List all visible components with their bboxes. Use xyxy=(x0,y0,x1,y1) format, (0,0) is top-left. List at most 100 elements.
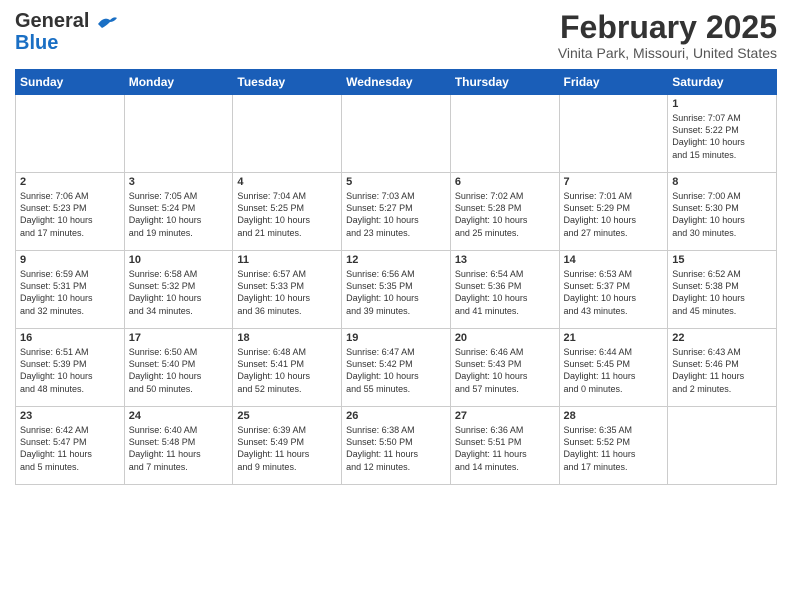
day-number: 8 xyxy=(672,176,772,188)
day-number: 3 xyxy=(129,176,229,188)
table-row xyxy=(668,407,777,485)
day-info: Sunrise: 7:04 AM Sunset: 5:25 PM Dayligh… xyxy=(237,190,337,239)
day-number: 22 xyxy=(672,332,772,344)
weekday-header-row: Sunday Monday Tuesday Wednesday Thursday… xyxy=(16,70,777,95)
day-info: Sunrise: 7:00 AM Sunset: 5:30 PM Dayligh… xyxy=(672,190,772,239)
table-row: 11 Sunrise: 6:57 AM Sunset: 5:33 PM Dayli… xyxy=(233,251,342,329)
day-info: Sunrise: 7:05 AM Sunset: 5:24 PM Dayligh… xyxy=(129,190,229,239)
table-row: 17 Sunrise: 6:50 AM Sunset: 5:40 PM Dayli… xyxy=(124,329,233,407)
day-info: Sunrise: 6:59 AM Sunset: 5:31 PM Dayligh… xyxy=(20,268,120,317)
day-number: 19 xyxy=(346,332,446,344)
day-info: Sunrise: 6:51 AM Sunset: 5:39 PM Dayligh… xyxy=(20,346,120,395)
table-row xyxy=(16,95,125,173)
day-number: 10 xyxy=(129,254,229,266)
calendar-week-5: 23 Sunrise: 6:42 AM Sunset: 5:47 PM Dayli… xyxy=(16,407,777,485)
logo: General Blue xyxy=(15,10,118,54)
table-row: 21 Sunrise: 6:44 AM Sunset: 5:45 PM Dayli… xyxy=(559,329,668,407)
day-info: Sunrise: 6:52 AM Sunset: 5:38 PM Dayligh… xyxy=(672,268,772,317)
day-number: 17 xyxy=(129,332,229,344)
table-row: 28 Sunrise: 6:35 AM Sunset: 5:52 PM Dayli… xyxy=(559,407,668,485)
table-row xyxy=(559,95,668,173)
table-row xyxy=(124,95,233,173)
header-wednesday: Wednesday xyxy=(342,70,451,95)
logo-blue: Blue xyxy=(15,32,118,54)
day-number: 27 xyxy=(455,410,555,422)
day-info: Sunrise: 7:02 AM Sunset: 5:28 PM Dayligh… xyxy=(455,190,555,239)
table-row: 18 Sunrise: 6:48 AM Sunset: 5:41 PM Dayli… xyxy=(233,329,342,407)
day-info: Sunrise: 7:06 AM Sunset: 5:23 PM Dayligh… xyxy=(20,190,120,239)
day-number: 7 xyxy=(564,176,664,188)
day-info: Sunrise: 7:07 AM Sunset: 5:22 PM Dayligh… xyxy=(672,112,772,161)
table-row xyxy=(342,95,451,173)
header-friday: Friday xyxy=(559,70,668,95)
table-row: 9 Sunrise: 6:59 AM Sunset: 5:31 PM Daylig… xyxy=(16,251,125,329)
table-row: 26 Sunrise: 6:38 AM Sunset: 5:50 PM Dayli… xyxy=(342,407,451,485)
day-number: 13 xyxy=(455,254,555,266)
day-info: Sunrise: 6:50 AM Sunset: 5:40 PM Dayligh… xyxy=(129,346,229,395)
day-info: Sunrise: 6:47 AM Sunset: 5:42 PM Dayligh… xyxy=(346,346,446,395)
table-row: 10 Sunrise: 6:58 AM Sunset: 5:32 PM Dayli… xyxy=(124,251,233,329)
day-number: 15 xyxy=(672,254,772,266)
day-number: 2 xyxy=(20,176,120,188)
day-info: Sunrise: 6:38 AM Sunset: 5:50 PM Dayligh… xyxy=(346,424,446,473)
day-number: 5 xyxy=(346,176,446,188)
logo-general: General xyxy=(15,10,89,32)
month-year-title: February 2025 xyxy=(558,10,777,45)
day-info: Sunrise: 6:35 AM Sunset: 5:52 PM Dayligh… xyxy=(564,424,664,473)
day-number: 1 xyxy=(672,98,772,110)
calendar-week-3: 9 Sunrise: 6:59 AM Sunset: 5:31 PM Daylig… xyxy=(16,251,777,329)
table-row: 25Sunrise: 6:39 AM Sunset: 5:49 PM Dayli… xyxy=(233,407,342,485)
table-row: 24Sunrise: 6:40 AM Sunset: 5:48 PM Dayli… xyxy=(124,407,233,485)
table-row: 8 Sunrise: 7:00 AM Sunset: 5:30 PM Daylig… xyxy=(668,173,777,251)
table-row xyxy=(233,95,342,173)
table-row: 6 Sunrise: 7:02 AM Sunset: 5:28 PM Daylig… xyxy=(450,173,559,251)
page-header: General Blue February 2025 Vinita Park, … xyxy=(15,10,777,61)
table-row: 19 Sunrise: 6:47 AM Sunset: 5:42 PM Dayli… xyxy=(342,329,451,407)
header-monday: Monday xyxy=(124,70,233,95)
day-info: Sunrise: 7:03 AM Sunset: 5:27 PM Dayligh… xyxy=(346,190,446,239)
table-row: 27Sunrise: 6:36 AM Sunset: 5:51 PM Dayli… xyxy=(450,407,559,485)
day-number: 26 xyxy=(346,410,446,422)
day-number: 9 xyxy=(20,254,120,266)
day-info: Sunrise: 6:54 AM Sunset: 5:36 PM Dayligh… xyxy=(455,268,555,317)
day-info: Sunrise: 6:58 AM Sunset: 5:32 PM Dayligh… xyxy=(129,268,229,317)
day-info: Sunrise: 6:42 AM Sunset: 5:47 PM Dayligh… xyxy=(20,424,120,473)
header-tuesday: Tuesday xyxy=(233,70,342,95)
day-info: Sunrise: 7:01 AM Sunset: 5:29 PM Dayligh… xyxy=(564,190,664,239)
day-number: 16 xyxy=(20,332,120,344)
day-info: Sunrise: 6:56 AM Sunset: 5:35 PM Dayligh… xyxy=(346,268,446,317)
table-row: 1 Sunrise: 7:07 AM Sunset: 5:22 PM Daylig… xyxy=(668,95,777,173)
table-row: 16 Sunrise: 6:51 AM Sunset: 5:39 PM Dayli… xyxy=(16,329,125,407)
location-subtitle: Vinita Park, Missouri, United States xyxy=(558,45,777,61)
day-info: Sunrise: 6:44 AM Sunset: 5:45 PM Dayligh… xyxy=(564,346,664,395)
table-row: 2 Sunrise: 7:06 AM Sunset: 5:23 PM Daylig… xyxy=(16,173,125,251)
day-number: 21 xyxy=(564,332,664,344)
calendar-week-2: 2 Sunrise: 7:06 AM Sunset: 5:23 PM Daylig… xyxy=(16,173,777,251)
table-row: 22Sunrise: 6:43 AM Sunset: 5:46 PM Dayli… xyxy=(668,329,777,407)
logo-text: General Blue xyxy=(15,10,118,54)
table-row: 4Sunrise: 7:04 AM Sunset: 5:25 PM Daylig… xyxy=(233,173,342,251)
day-number: 11 xyxy=(237,254,337,266)
title-block: February 2025 Vinita Park, Missouri, Uni… xyxy=(558,10,777,61)
day-number: 20 xyxy=(455,332,555,344)
calendar-week-4: 16 Sunrise: 6:51 AM Sunset: 5:39 PM Dayli… xyxy=(16,329,777,407)
day-info: Sunrise: 6:48 AM Sunset: 5:41 PM Dayligh… xyxy=(237,346,337,395)
day-number: 18 xyxy=(237,332,337,344)
page-container: General Blue February 2025 Vinita Park, … xyxy=(0,0,792,490)
day-number: 6 xyxy=(455,176,555,188)
header-sunday: Sunday xyxy=(16,70,125,95)
day-info: Sunrise: 6:46 AM Sunset: 5:43 PM Dayligh… xyxy=(455,346,555,395)
calendar-table: Sunday Monday Tuesday Wednesday Thursday… xyxy=(15,69,777,485)
day-number: 14 xyxy=(564,254,664,266)
day-number: 23 xyxy=(20,410,120,422)
table-row xyxy=(450,95,559,173)
day-info: Sunrise: 6:57 AM Sunset: 5:33 PM Dayligh… xyxy=(237,268,337,317)
header-saturday: Saturday xyxy=(668,70,777,95)
header-thursday: Thursday xyxy=(450,70,559,95)
day-number: 28 xyxy=(564,410,664,422)
table-row: 20 Sunrise: 6:46 AM Sunset: 5:43 PM Dayli… xyxy=(450,329,559,407)
logo-bird-icon xyxy=(96,14,118,32)
table-row: 5 Sunrise: 7:03 AM Sunset: 5:27 PM Daylig… xyxy=(342,173,451,251)
calendar-week-1: 1 Sunrise: 7:07 AM Sunset: 5:22 PM Daylig… xyxy=(16,95,777,173)
day-number: 12 xyxy=(346,254,446,266)
